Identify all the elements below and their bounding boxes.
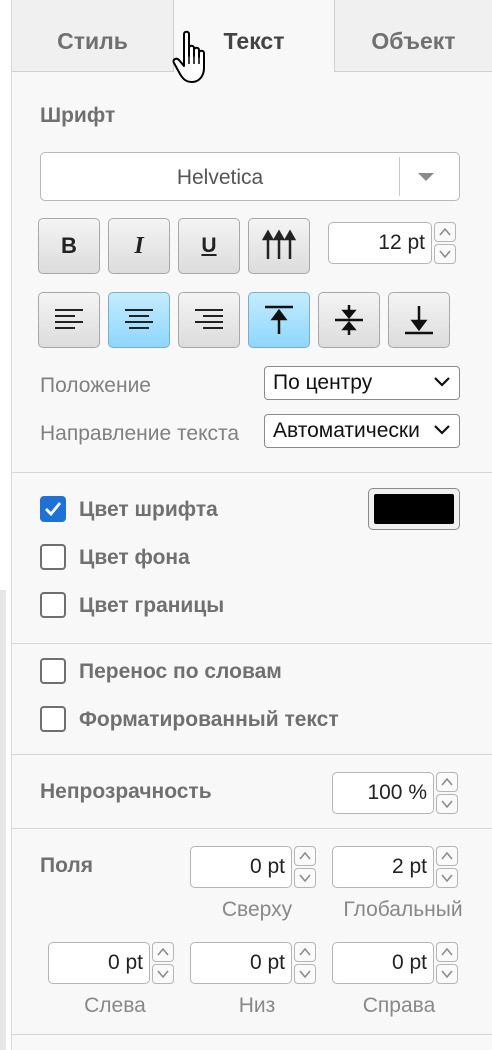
align-middle-button[interactable] — [318, 292, 380, 348]
font-section-title: Шрифт — [40, 104, 116, 127]
divider — [12, 472, 492, 473]
vertical-text-icon — [261, 229, 297, 259]
increment-icon[interactable] — [436, 846, 458, 866]
divider — [12, 828, 492, 829]
left-border — [0, 0, 12, 1050]
divider — [12, 754, 492, 755]
font-family-value: Helvetica — [176, 166, 264, 189]
align-right-button[interactable] — [178, 292, 240, 348]
color-fill — [374, 494, 454, 524]
position-select[interactable]: По центру — [264, 366, 460, 400]
bold-button[interactable]: B — [38, 218, 100, 274]
font-color-checkbox[interactable] — [40, 496, 66, 522]
opacity-label: Непрозрачность — [40, 780, 212, 803]
decrement-icon[interactable] — [436, 964, 458, 984]
font-size-input[interactable]: 12 pt — [328, 222, 432, 264]
margin-left-caption: Слева — [84, 994, 146, 1017]
divider — [12, 643, 492, 644]
chevron-down-icon — [433, 423, 451, 437]
increment-icon[interactable] — [294, 846, 316, 866]
text-direction-label: Направление текста — [40, 422, 240, 445]
align-center-button[interactable] — [108, 292, 170, 348]
font-color-swatch[interactable] — [368, 488, 460, 530]
text-direction-select[interactable]: Автоматически — [264, 414, 460, 448]
align-left-icon — [55, 309, 83, 329]
increment-icon[interactable] — [152, 942, 174, 962]
decrement-icon[interactable] — [294, 868, 316, 888]
decrement-icon[interactable] — [436, 868, 458, 888]
margin-bottom-input[interactable]: 0 pt — [190, 942, 292, 984]
align-left-button[interactable] — [38, 292, 100, 348]
opacity-spinner[interactable] — [436, 772, 458, 814]
margin-bottom-caption: Низ — [238, 994, 276, 1017]
align-right-icon — [195, 309, 223, 329]
increment-icon[interactable] — [436, 772, 458, 792]
align-top-button[interactable] — [248, 292, 310, 348]
opacity-input[interactable]: 100 % — [332, 772, 434, 814]
margin-global-spinner[interactable] — [436, 846, 458, 888]
position-value: По центру — [273, 371, 373, 394]
text-direction-value: Автоматически — [273, 419, 420, 442]
margin-right-spinner[interactable] — [436, 942, 458, 984]
margin-global-input[interactable]: 2 pt — [332, 846, 434, 888]
decrement-icon[interactable] — [434, 244, 456, 264]
tab-style[interactable]: Стиль — [12, 0, 174, 72]
margin-global-caption: Глобальный — [343, 898, 463, 921]
select-divider — [399, 157, 400, 196]
underline-button[interactable]: U — [178, 218, 240, 274]
border-color-label: Цвет границы — [79, 594, 225, 617]
word-wrap-label: Перенос по словам — [79, 660, 282, 683]
format-panel: Стиль Текст Объект Шрифт Helvetica B I U… — [12, 0, 492, 1050]
align-bottom-button[interactable] — [388, 292, 450, 348]
checkmark-icon — [45, 502, 62, 517]
decrement-icon[interactable] — [294, 964, 316, 984]
margin-left-spinner[interactable] — [152, 942, 174, 984]
formatted-text-checkbox[interactable] — [40, 706, 66, 732]
background-color-checkbox[interactable] — [40, 544, 66, 570]
increment-icon[interactable] — [434, 222, 456, 242]
chevron-down-icon[interactable] — [418, 173, 434, 181]
position-label: Положение — [40, 374, 151, 397]
font-color-label: Цвет шрифта — [79, 498, 218, 521]
scrollbar-track[interactable] — [0, 590, 6, 1050]
formatted-text-label: Форматированный текст — [79, 708, 339, 731]
margin-top-caption: Сверху — [221, 898, 293, 921]
margin-bottom-spinner[interactable] — [294, 942, 316, 984]
italic-button[interactable]: I — [108, 218, 170, 274]
underline-icon: U — [201, 234, 217, 257]
margin-top-input[interactable]: 0 pt — [190, 846, 292, 888]
margin-right-caption: Справа — [362, 994, 436, 1017]
increment-icon[interactable] — [294, 942, 316, 962]
align-bottom-icon — [405, 306, 433, 335]
decrement-icon[interactable] — [152, 964, 174, 984]
bold-icon: B — [61, 233, 77, 258]
tab-object[interactable]: Объект — [334, 0, 492, 72]
font-family-select[interactable]: Helvetica — [40, 152, 460, 201]
decrement-icon[interactable] — [436, 794, 458, 814]
divider — [12, 1034, 492, 1035]
background-color-label: Цвет фона — [79, 546, 190, 569]
margin-top-spinner[interactable] — [294, 846, 316, 888]
margins-label: Поля — [40, 854, 93, 877]
word-wrap-checkbox[interactable] — [40, 658, 66, 684]
tab-bar: Стиль Текст Объект — [12, 0, 492, 73]
align-center-icon — [125, 309, 153, 329]
italic-icon: I — [134, 232, 144, 259]
align-top-icon — [265, 305, 293, 334]
border-color-checkbox[interactable] — [40, 592, 66, 618]
margin-left-input[interactable]: 0 pt — [48, 942, 150, 984]
increment-icon[interactable] — [436, 942, 458, 962]
vertical-text-button[interactable] — [248, 218, 310, 274]
align-middle-icon — [335, 305, 363, 335]
hand-cursor-icon — [172, 30, 205, 83]
chevron-down-icon — [433, 375, 451, 389]
margin-right-input[interactable]: 0 pt — [332, 942, 434, 984]
font-size-spinner[interactable] — [434, 222, 456, 264]
